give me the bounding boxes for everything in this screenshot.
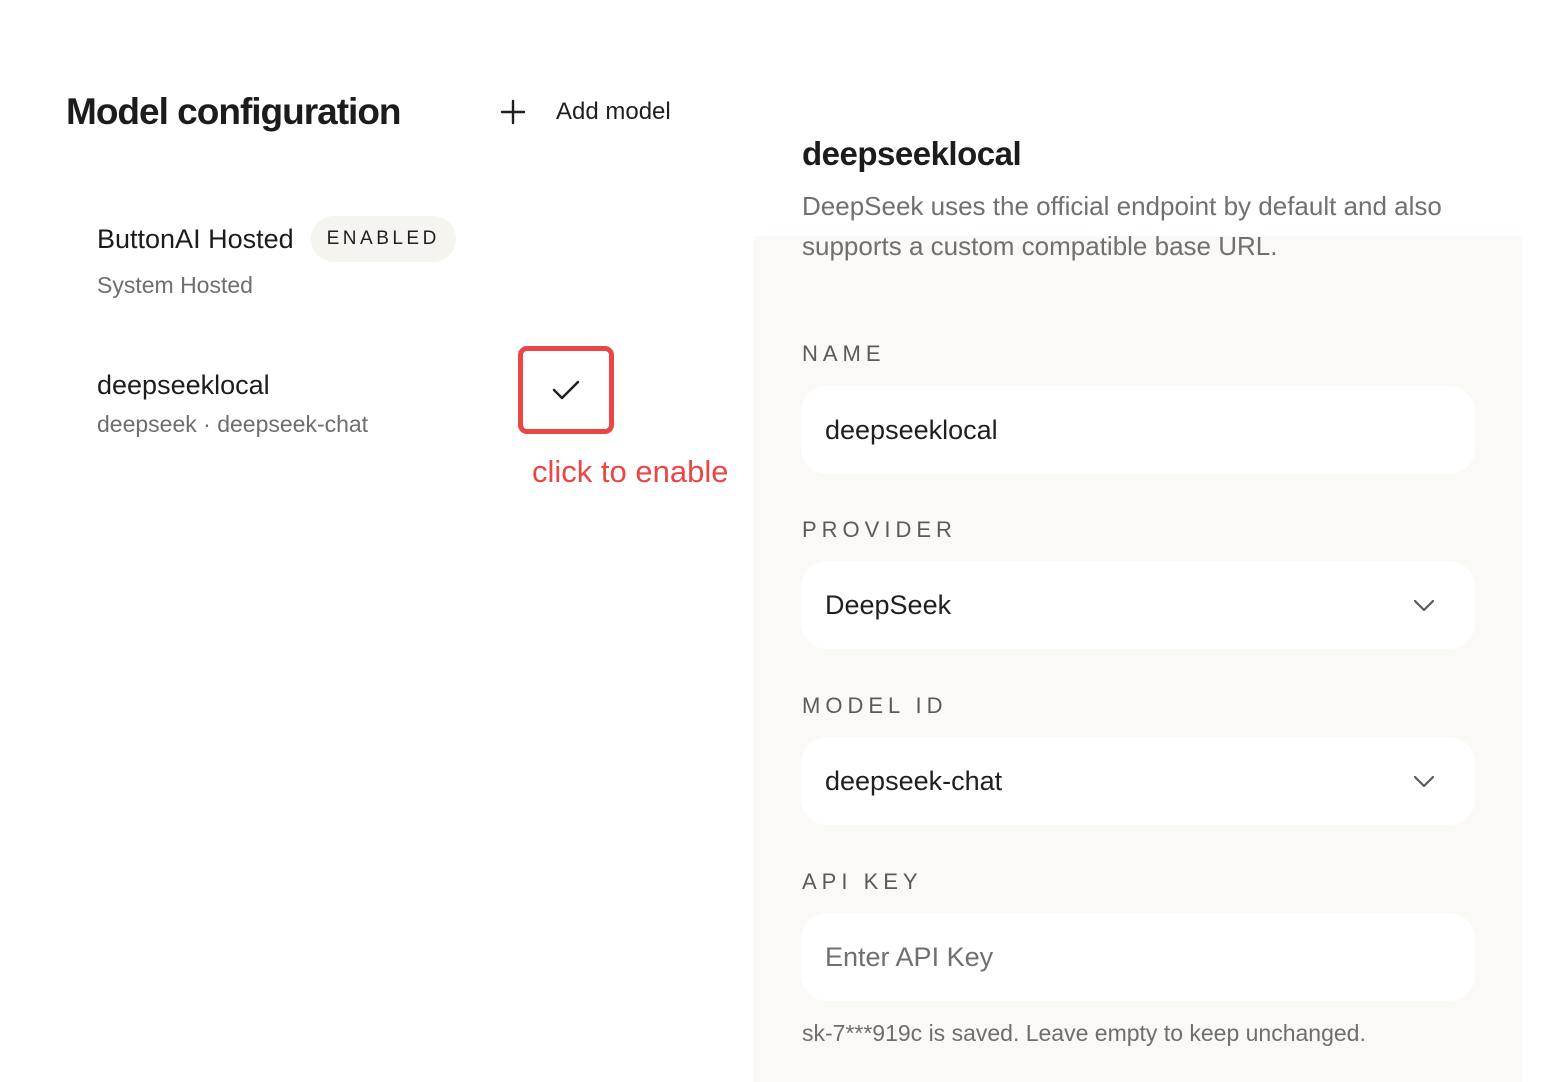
model-name: ButtonAI Hosted (97, 224, 294, 254)
provider-select[interactable]: DeepSeek (801, 561, 1475, 649)
page-title: Model configuration (66, 91, 402, 132)
api-key-field[interactable] (801, 913, 1475, 1001)
add-model-button[interactable]: Add model (496, 92, 671, 132)
detail-description: DeepSeek uses the official endpoint by d… (802, 191, 1442, 261)
model-id-selected-value: deepseek-chat (825, 765, 1003, 796)
model-name: deepseeklocal (97, 370, 270, 400)
plus-icon (496, 95, 530, 129)
enable-model-button[interactable] (518, 346, 614, 434)
model-item-deepseeklocal[interactable]: deepseeklocal deepseek · deepseek-chat (97, 367, 368, 438)
check-icon (552, 379, 580, 401)
status-badge: ENABLED (310, 216, 456, 262)
add-model-label: Add model (556, 98, 671, 125)
name-field-label: NAME (802, 341, 886, 366)
model-id-field-label: MODEL ID (802, 693, 948, 718)
model-subtitle: deepseek · deepseek-chat (97, 411, 369, 437)
name-field[interactable] (801, 386, 1475, 474)
provider-selected-value: DeepSeek (825, 589, 952, 620)
model-id-select[interactable]: deepseek-chat (801, 737, 1475, 825)
model-item-buttonai-hosted[interactable]: ButtonAI Hosted ENABLED System Hosted (97, 216, 456, 299)
provider-field-label: PROVIDER (802, 517, 957, 542)
model-subtitle: System Hosted (97, 272, 253, 298)
api-key-helper-text: sk-7***919c is saved. Leave empty to kee… (802, 1020, 1366, 1046)
api-key-field-label: API KEY (802, 869, 923, 894)
name-input[interactable] (825, 414, 1451, 446)
api-key-input[interactable] (825, 941, 1451, 973)
chevron-down-icon (1411, 768, 1437, 794)
annotation-text: click to enable (532, 454, 729, 489)
detail-title: deepseeklocal (802, 135, 1022, 172)
chevron-down-icon (1411, 592, 1437, 618)
